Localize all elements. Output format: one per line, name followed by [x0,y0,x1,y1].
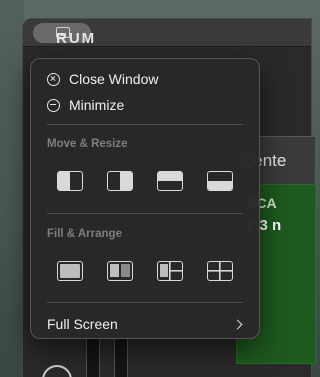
fill-arrange-heading: Fill & Arrange [47,228,122,240]
fill-arrange-tiles [45,261,245,281]
app-name: RUM [56,30,97,47]
tile-bottom-half-icon[interactable] [207,171,233,191]
tile-right-half-icon[interactable] [107,171,133,191]
move-resize-heading: Move & Resize [47,138,128,150]
separator [47,213,243,214]
chevron-right-icon [232,319,243,329]
full-screen-item[interactable]: Full Screen [39,312,251,336]
arrange-three-pane-icon[interactable] [157,261,183,281]
close-window-label: Close Window [69,71,159,87]
separator [47,302,243,303]
desktop-background [0,0,24,377]
level-meter [86,338,100,377]
arrange-two-column-icon[interactable] [107,261,133,281]
fill-full-icon[interactable] [57,261,83,281]
minus-circle-icon [47,98,60,112]
level-meters [86,338,146,377]
minimize-label: Minimize [69,97,125,113]
tile-left-half-icon[interactable] [57,171,83,191]
full-screen-label: Full Screen [47,316,118,332]
close-circle-icon [47,72,60,86]
minimize-item[interactable]: Minimize [39,93,251,117]
arrange-four-pane-icon[interactable] [207,261,233,281]
close-window-item[interactable]: Close Window [39,67,251,91]
separator [47,124,243,125]
level-meter [114,338,128,377]
tile-top-half-icon[interactable] [157,171,183,191]
move-resize-tiles [45,171,245,191]
window-menu: Close Window Minimize Move & Resize Fill… [30,58,260,339]
